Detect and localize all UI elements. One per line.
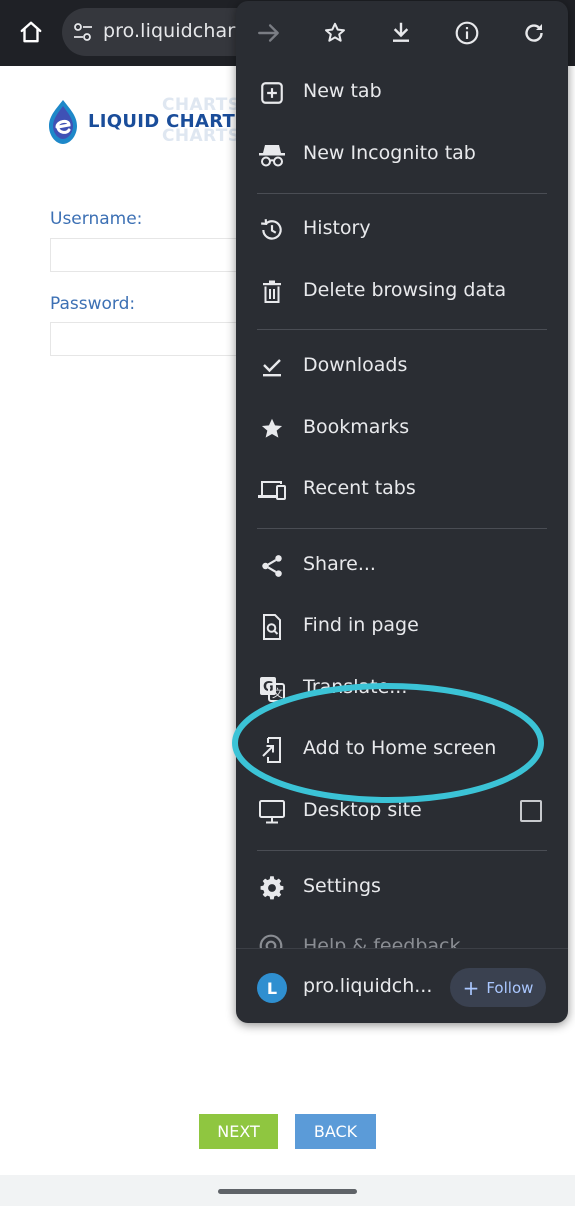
downloads-check-icon: [256, 353, 288, 381]
menu-item-settings[interactable]: Settings: [236, 860, 568, 916]
menu-item-help-feedback[interactable]: Help & feedback: [236, 923, 568, 949]
menu-toolbar: [236, 1, 568, 65]
menu-divider: [257, 329, 547, 330]
logo-mark-icon: [49, 100, 77, 144]
follow-label: Follow: [486, 978, 534, 997]
star-icon: [256, 415, 288, 443]
gesture-handle[interactable]: [218, 1189, 357, 1194]
password-field[interactable]: [50, 322, 251, 356]
menu-divider: [257, 193, 547, 194]
system-navigation-bar: [0, 1175, 575, 1206]
help-icon: [258, 933, 284, 949]
menu-item-recent-tabs[interactable]: Recent tabs: [236, 462, 568, 518]
site-name: pro.liquidch...: [303, 975, 433, 997]
menu-item-downloads[interactable]: Downloads: [236, 339, 568, 395]
browser-overflow-menu: New tab New Incognito tab History Delete…: [236, 1, 568, 1023]
menu-item-delete-browsing-data[interactable]: Delete browsing data: [236, 264, 568, 320]
home-icon: [20, 21, 42, 43]
follow-button[interactable]: + Follow: [450, 968, 546, 1007]
star-outline-icon: [325, 22, 345, 42]
site-avatar: L: [257, 973, 287, 1003]
share-icon: [256, 552, 288, 580]
info-icon: [455, 21, 479, 45]
trash-icon: [256, 278, 288, 306]
forward-button[interactable]: [249, 13, 289, 53]
menu-item-label: Bookmarks: [303, 416, 410, 438]
menu-item-label: Downloads: [303, 354, 408, 376]
menu-footer: L pro.liquidch... + Follow: [236, 949, 568, 1023]
menu-item-label: Share...: [303, 553, 376, 575]
menu-item-label: Settings: [303, 875, 381, 897]
history-icon: [256, 216, 288, 244]
plus-icon: +: [462, 975, 480, 1000]
incognito-icon: [256, 141, 288, 169]
devices-icon: [256, 476, 288, 504]
menu-item-label: Help & feedback: [303, 935, 461, 949]
username-label: Username:: [50, 209, 143, 229]
menu-item-label: Find in page: [303, 614, 419, 636]
next-button[interactable]: NEXT: [199, 1114, 278, 1149]
liquid-charts-logo: CHARTS LIQUID CHARTS CHARTS: [48, 95, 248, 147]
download-button[interactable]: [381, 13, 421, 53]
site-settings-icon[interactable]: [72, 21, 94, 43]
refresh-icon: [525, 24, 543, 42]
menu-item-label: Recent tabs: [303, 477, 416, 499]
menu-item-new-tab[interactable]: New tab: [236, 65, 568, 121]
menu-item-label: Delete browsing data: [303, 279, 507, 301]
menu-item-new-incognito-tab[interactable]: New Incognito tab: [236, 127, 568, 183]
menu-item-share[interactable]: Share...: [236, 538, 568, 594]
username-field[interactable]: [50, 238, 251, 272]
menu-item-history[interactable]: History: [236, 202, 568, 258]
home-button[interactable]: [12, 12, 50, 52]
menu-item-label: History: [303, 217, 371, 239]
menu-item-label: New Incognito tab: [303, 142, 476, 164]
download-icon: [393, 22, 409, 42]
menu-divider: [257, 850, 547, 851]
new-tab-icon: [256, 79, 288, 107]
refresh-button[interactable]: [514, 13, 554, 53]
page-info-button[interactable]: [447, 13, 487, 53]
menu-divider: [257, 528, 547, 529]
menu-item-label: New tab: [303, 80, 382, 102]
password-label: Password:: [50, 294, 136, 314]
find-in-page-icon: [256, 613, 288, 641]
gear-icon: [256, 874, 288, 902]
logo-ghost-text: CHARTS: [162, 126, 241, 146]
bookmark-button[interactable]: [315, 13, 355, 53]
menu-item-bookmarks[interactable]: Bookmarks: [236, 401, 568, 457]
back-button[interactable]: BACK: [295, 1114, 376, 1149]
menu-item-find-in-page[interactable]: Find in page: [236, 599, 568, 655]
arrow-right-icon: [258, 24, 279, 42]
highlight-ellipse-annotation: [232, 683, 544, 803]
